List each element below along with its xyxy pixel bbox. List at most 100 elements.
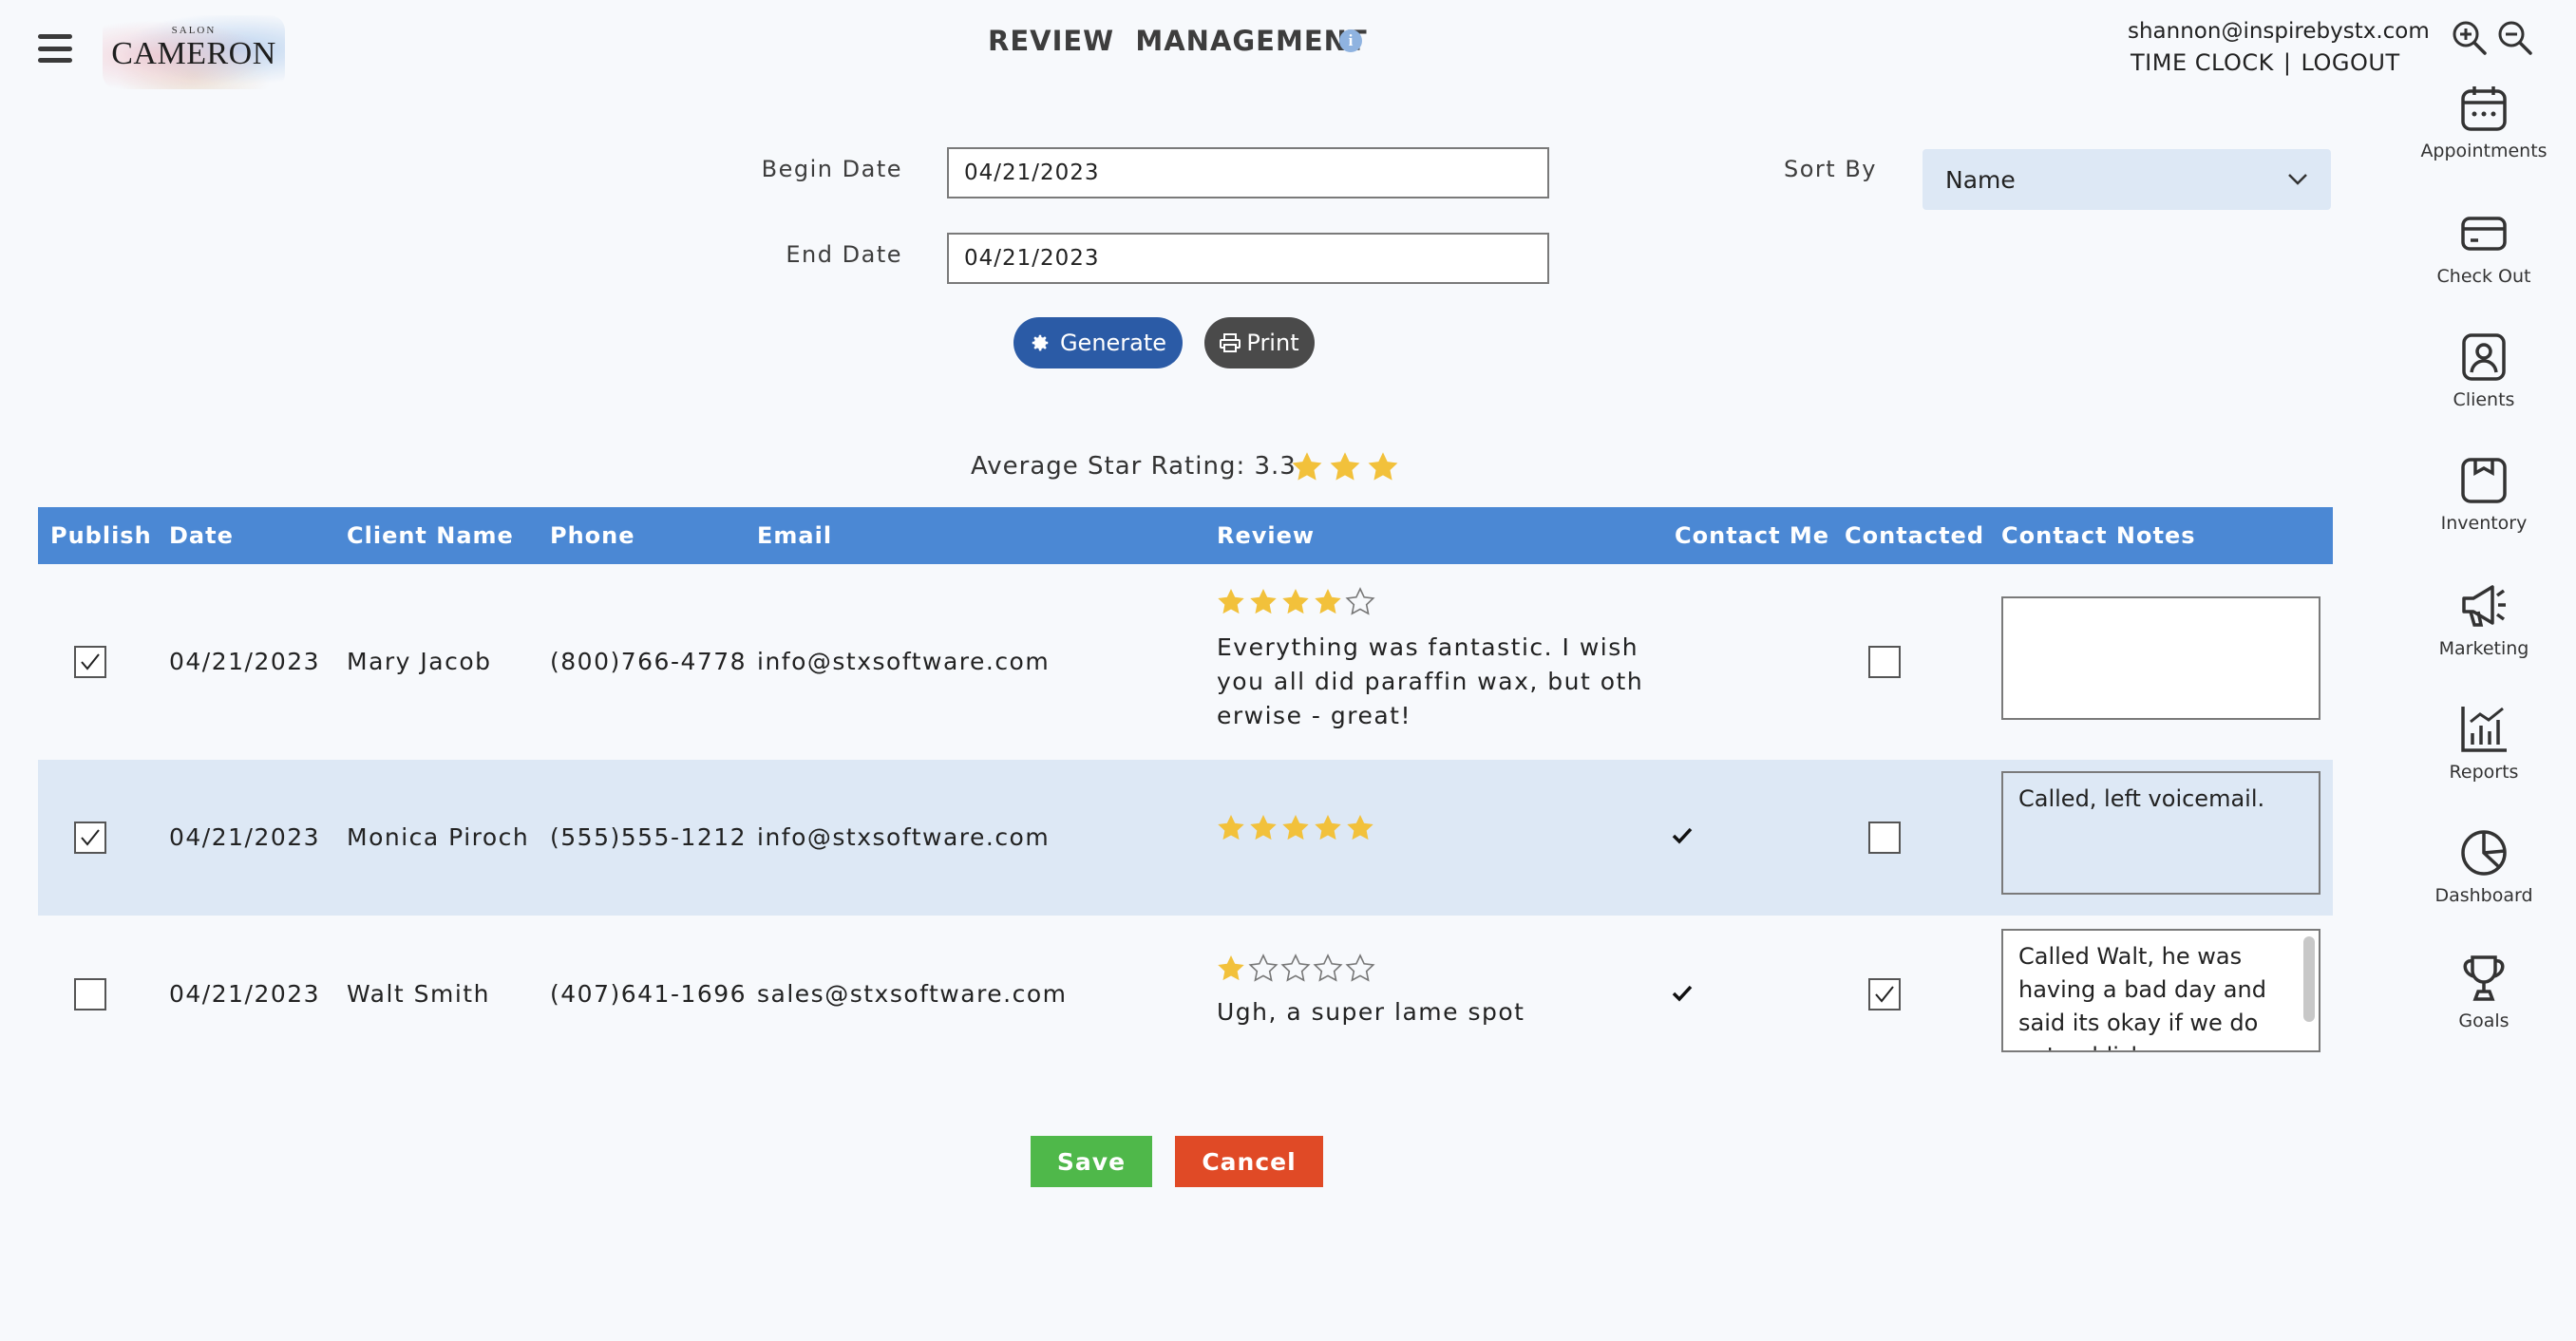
column-header: Contacted bbox=[1845, 522, 1985, 549]
sidebar-item-reports[interactable]: Reports bbox=[2403, 705, 2565, 783]
sidebar-item-goals[interactable]: Goals bbox=[2403, 954, 2565, 1031]
info-icon[interactable]: i bbox=[1339, 29, 1362, 52]
contact-notes-field[interactable]: Called, left voicemail. bbox=[2001, 771, 2320, 895]
column-header: Review bbox=[1217, 522, 1316, 549]
menu-icon[interactable] bbox=[38, 34, 72, 63]
sidebar-item-label: Marketing bbox=[2438, 638, 2529, 659]
column-header: Contact Me bbox=[1675, 522, 1830, 549]
star-filled-icon bbox=[1347, 815, 1373, 840]
sidebar-item-label: Dashboard bbox=[2434, 885, 2533, 906]
contacted-checkbox[interactable] bbox=[1868, 646, 1901, 678]
end-date-input[interactable]: 04/21/2023 bbox=[947, 233, 1549, 284]
row-date: 04/21/2023 bbox=[169, 648, 321, 675]
contact-me-check-icon bbox=[1672, 826, 1693, 849]
average-star-rating: Average Star Rating: 3.3 bbox=[971, 452, 1297, 481]
pie-chart-icon bbox=[2461, 830, 2507, 876]
zoom-in-icon[interactable] bbox=[2451, 19, 2489, 61]
checkmark-icon bbox=[81, 653, 100, 670]
page-title: REVIEW MANAGEMENT bbox=[988, 25, 1368, 57]
review-text: Everything was fantastic. I wish you all… bbox=[1217, 633, 1644, 729]
contacted-checkbox[interactable] bbox=[1868, 822, 1901, 854]
average-stars bbox=[1290, 450, 1400, 484]
sidebar-item-clients[interactable]: Clients bbox=[2403, 332, 2565, 410]
sidebar-item-label: Appointments bbox=[2420, 141, 2548, 161]
column-header: Email bbox=[757, 522, 833, 549]
star-empty-icon bbox=[1248, 954, 1279, 982]
row-email: info@stxsoftware.com bbox=[757, 823, 1051, 851]
sort-by-label: Sort By bbox=[1784, 156, 1877, 182]
row-client-name: Walt Smith bbox=[347, 980, 490, 1008]
star-filled-icon bbox=[1250, 815, 1277, 840]
star-filled-icon bbox=[1292, 452, 1322, 481]
star-empty-icon bbox=[1345, 954, 1375, 982]
contact-notes-text: Called Walt, he was having a bad day and… bbox=[2018, 943, 2266, 1050]
salon-logo[interactable]: SALON CAMERON bbox=[103, 15, 285, 89]
sort-by-select[interactable]: Name bbox=[1923, 149, 2331, 210]
star-empty-icon bbox=[1280, 954, 1311, 982]
star-filled-icon bbox=[1330, 452, 1360, 481]
print-button[interactable]: Print bbox=[1204, 317, 1315, 368]
table-row: 04/21/2023 Monica Piroch (555)555-1212 i… bbox=[38, 760, 2333, 916]
client-icon bbox=[2462, 333, 2506, 381]
notes-scrollbar[interactable] bbox=[2303, 936, 2315, 1022]
column-header: Phone bbox=[550, 522, 635, 549]
star-filled-icon bbox=[1368, 452, 1398, 481]
column-header: Contact Notes bbox=[2001, 522, 2196, 549]
review-stars bbox=[1216, 587, 1375, 617]
star-filled-icon bbox=[1282, 815, 1309, 840]
star-filled-icon bbox=[1218, 955, 1244, 981]
contact-notes-field[interactable]: Called Walt, he was having a bad day and… bbox=[2001, 929, 2320, 1052]
star-filled-icon bbox=[1218, 589, 1244, 614]
star-filled-icon bbox=[1218, 815, 1244, 840]
check-icon bbox=[1672, 985, 1693, 1002]
link-separator: | bbox=[2282, 49, 2292, 76]
chevron-down-icon bbox=[2288, 174, 2307, 185]
print-label: Print bbox=[1246, 330, 1299, 356]
review-text: Ugh, a super lame spot bbox=[1217, 998, 1525, 1026]
user-links: TIME CLOCK | LOGOUT bbox=[2131, 49, 2400, 76]
cancel-button[interactable]: Cancel bbox=[1175, 1136, 1323, 1187]
sidebar-item-appointments[interactable]: Appointments bbox=[2403, 84, 2565, 161]
sidebar-item-marketing[interactable]: Marketing bbox=[2403, 581, 2565, 659]
zoom-out-icon[interactable] bbox=[2496, 19, 2534, 61]
publish-checkbox[interactable] bbox=[74, 646, 106, 678]
column-header: Publish bbox=[50, 522, 152, 549]
contacted-checkbox[interactable] bbox=[1868, 978, 1901, 1010]
trophy-icon bbox=[2463, 955, 2505, 1001]
time-clock-link[interactable]: TIME CLOCK bbox=[2131, 49, 2274, 76]
logout-link[interactable]: LOGOUT bbox=[2301, 49, 2400, 76]
sidebar-item-label: Goals bbox=[2458, 1010, 2510, 1031]
checkmark-icon bbox=[1875, 986, 1894, 1003]
publish-checkbox[interactable] bbox=[74, 978, 106, 1010]
end-date-label: End Date bbox=[786, 241, 902, 268]
credit-card-icon bbox=[2461, 217, 2507, 251]
sidebar-item-label: Reports bbox=[2449, 762, 2519, 783]
star-filled-icon bbox=[1315, 589, 1341, 614]
table-row: 04/21/2023 Walt Smith (407)641-1696 sale… bbox=[38, 916, 2333, 1071]
row-phone: (407)641-1696 bbox=[550, 980, 748, 1008]
sidebar-item-label: Clients bbox=[2453, 389, 2515, 410]
star-filled-icon bbox=[1250, 589, 1277, 614]
sidebar-item-dashboard[interactable]: Dashboard bbox=[2403, 828, 2565, 906]
sidebar-item-inventory[interactable]: Inventory bbox=[2403, 456, 2565, 534]
generate-label: Generate bbox=[1059, 330, 1167, 356]
star-empty-icon bbox=[1313, 954, 1343, 982]
table-header: Publish Date Client Name Phone Email Rev… bbox=[38, 507, 2333, 564]
review-stars bbox=[1216, 813, 1375, 843]
contact-me-check-icon bbox=[1672, 984, 1693, 1007]
row-client-name: Monica Piroch bbox=[347, 823, 530, 851]
sidebar-item-check-out[interactable]: Check Out bbox=[2403, 209, 2565, 287]
sort-by-value: Name bbox=[1945, 165, 2016, 194]
table-row: 04/21/2023 Mary Jacob (800)766-4778 info… bbox=[38, 564, 2333, 760]
begin-date-input[interactable]: 04/21/2023 bbox=[947, 147, 1549, 198]
contact-notes-field[interactable] bbox=[2001, 596, 2320, 720]
calendar-icon bbox=[2461, 86, 2507, 131]
star-empty-icon bbox=[1345, 587, 1375, 615]
save-button[interactable]: Save bbox=[1031, 1136, 1152, 1187]
publish-checkbox[interactable] bbox=[74, 822, 106, 854]
star-filled-icon bbox=[1315, 815, 1341, 840]
column-header: Date bbox=[169, 522, 234, 549]
check-icon bbox=[1672, 827, 1693, 844]
megaphone-icon bbox=[2462, 585, 2506, 627]
generate-button[interactable]: Generate bbox=[1013, 317, 1183, 368]
